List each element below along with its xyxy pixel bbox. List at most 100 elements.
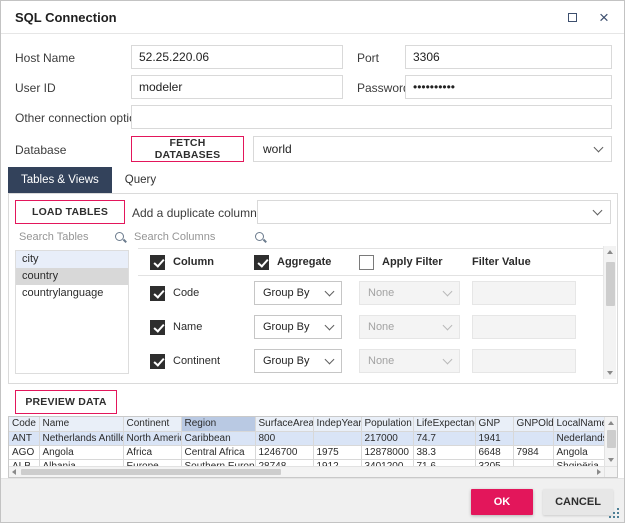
grid-header-region[interactable]: Region xyxy=(181,417,255,431)
chevron-down-icon xyxy=(325,354,335,364)
grid-header-continent[interactable]: Continent xyxy=(123,417,181,431)
database-label: Database xyxy=(15,143,66,157)
column-name: Code xyxy=(173,287,199,299)
grid-header-gnp[interactable]: GNP xyxy=(475,417,513,431)
column-header-label: Column xyxy=(173,256,214,268)
grid-header-surfacearea[interactable]: SurfaceArea xyxy=(255,417,313,431)
grid-header-code[interactable]: Code xyxy=(9,417,39,431)
column-header-checkbox[interactable] xyxy=(150,255,165,270)
filter-operator-dropdown: None xyxy=(359,349,460,373)
search-icon[interactable] xyxy=(254,231,267,244)
fetch-databases-button[interactable]: FETCH DATABASES xyxy=(131,136,244,162)
preview-vertical-scrollbar[interactable] xyxy=(604,417,617,466)
preview-grid: Code Name Continent Region SurfaceArea I… xyxy=(8,416,618,478)
filter-operator-dropdown: None xyxy=(359,315,460,339)
scroll-thumb[interactable] xyxy=(606,262,615,306)
password-input[interactable] xyxy=(405,75,612,99)
maximize-button[interactable] xyxy=(556,1,588,34)
grid-row[interactable]: ALB Albania Europe Southern Europe 28748… xyxy=(9,459,604,466)
chevron-down-icon xyxy=(325,320,335,330)
scroll-down-icon[interactable] xyxy=(607,371,613,375)
chevron-down-icon xyxy=(594,142,604,152)
database-value: world xyxy=(263,142,292,156)
chevron-down-icon xyxy=(443,286,453,296)
grid-header-localname[interactable]: LocalName xyxy=(553,417,604,431)
grid-header-lifeexpectancy[interactable]: LifeExpectancy xyxy=(413,417,475,431)
grid-header-name[interactable]: Name xyxy=(39,417,123,431)
row-checkbox[interactable] xyxy=(150,320,165,335)
tab-query[interactable]: Query xyxy=(112,167,169,193)
scroll-down-icon[interactable] xyxy=(608,458,614,462)
list-item-country[interactable]: country xyxy=(16,268,128,285)
tables-views-panel: LOAD TABLES Add a duplicate column city … xyxy=(8,193,618,384)
other-options-label: Other connection options xyxy=(15,111,148,125)
aggregate-value: Group By xyxy=(263,355,309,367)
aggregate-value: Group By xyxy=(263,287,309,299)
grid-header-row: Code Name Continent Region SurfaceArea I… xyxy=(9,417,604,431)
column-name: Continent xyxy=(173,355,220,367)
grid-header-gnpold[interactable]: GNPOld xyxy=(513,417,553,431)
apply-filter-header-checkbox[interactable] xyxy=(359,255,374,270)
resize-grip[interactable] xyxy=(609,508,620,519)
ok-button[interactable]: OK xyxy=(471,489,533,515)
row-checkbox[interactable] xyxy=(150,286,165,301)
filter-value-input xyxy=(472,315,576,339)
grid-header-population[interactable]: Population xyxy=(361,417,413,431)
scroll-up-icon[interactable] xyxy=(607,250,613,254)
list-item-countrylanguage[interactable]: countrylanguage xyxy=(16,285,128,302)
preview-data-button[interactable]: PREVIEW DATA xyxy=(15,390,117,414)
other-options-input[interactable] xyxy=(131,105,612,129)
grid-row[interactable]: ANT Netherlands Antilles North America C… xyxy=(9,431,604,445)
port-label: Port xyxy=(357,51,379,65)
search-tables-box xyxy=(17,227,127,247)
aggregate-dropdown[interactable]: Group By xyxy=(254,281,342,305)
user-id-label: User ID xyxy=(15,81,56,95)
list-item-city[interactable]: city xyxy=(16,251,128,268)
scroll-up-icon[interactable] xyxy=(608,421,614,425)
preview-grid-viewport: Code Name Continent Region SurfaceArea I… xyxy=(9,417,604,466)
port-input[interactable] xyxy=(405,45,612,69)
chevron-down-icon xyxy=(325,286,335,296)
chevron-down-icon xyxy=(443,354,453,364)
filter-operator-value: None xyxy=(368,355,394,367)
cancel-button[interactable]: CANCEL xyxy=(543,489,613,515)
tab-query-label: Query xyxy=(125,174,156,186)
grid-header-indepyear[interactable]: IndepYear xyxy=(313,417,361,431)
search-tables-input[interactable] xyxy=(17,230,114,244)
aggregate-dropdown[interactable]: Group By xyxy=(254,315,342,339)
duplicate-column-dropdown[interactable] xyxy=(257,200,611,224)
chevron-down-icon xyxy=(593,205,603,215)
host-name-label: Host Name xyxy=(15,51,75,65)
tab-tables-views[interactable]: Tables & Views xyxy=(8,167,112,193)
search-columns-box xyxy=(132,227,267,247)
database-dropdown[interactable]: world xyxy=(253,136,612,162)
filter-operator-value: None xyxy=(368,321,394,333)
scroll-left-icon[interactable] xyxy=(12,469,16,475)
scroll-right-icon[interactable] xyxy=(597,469,601,475)
scroll-thumb[interactable] xyxy=(21,469,281,475)
columns-grid-header: Column Aggregate Apply Filter Filter Val… xyxy=(138,248,604,276)
row-checkbox[interactable] xyxy=(150,354,165,369)
close-icon: × xyxy=(599,9,609,26)
duplicate-column-label: Add a duplicate column xyxy=(132,206,257,220)
host-name-input[interactable] xyxy=(131,45,343,69)
aggregate-value: Group By xyxy=(263,321,309,333)
aggregate-dropdown[interactable]: Group By xyxy=(254,349,342,373)
filter-value-input xyxy=(472,349,576,373)
search-columns-input[interactable] xyxy=(132,230,254,244)
columns-grid-scrollbar[interactable] xyxy=(603,246,616,379)
user-id-input[interactable] xyxy=(131,75,343,99)
grid-row[interactable]: AGO Angola Africa Central Africa 1246700… xyxy=(9,445,604,459)
tab-bar: Tables & Views Query xyxy=(8,167,169,193)
close-button[interactable]: × xyxy=(588,1,620,34)
search-icon[interactable] xyxy=(114,231,127,244)
filter-value-input xyxy=(472,281,576,305)
preview-horizontal-scrollbar[interactable] xyxy=(9,466,604,477)
scroll-thumb[interactable] xyxy=(607,430,616,448)
scrollbar-corner xyxy=(604,466,617,477)
apply-filter-header-label: Apply Filter xyxy=(382,256,443,268)
load-tables-button[interactable]: LOAD TABLES xyxy=(15,200,125,224)
aggregate-header-checkbox[interactable] xyxy=(254,255,269,270)
aggregate-header-label: Aggregate xyxy=(277,256,331,268)
column-name: Name xyxy=(173,321,202,333)
